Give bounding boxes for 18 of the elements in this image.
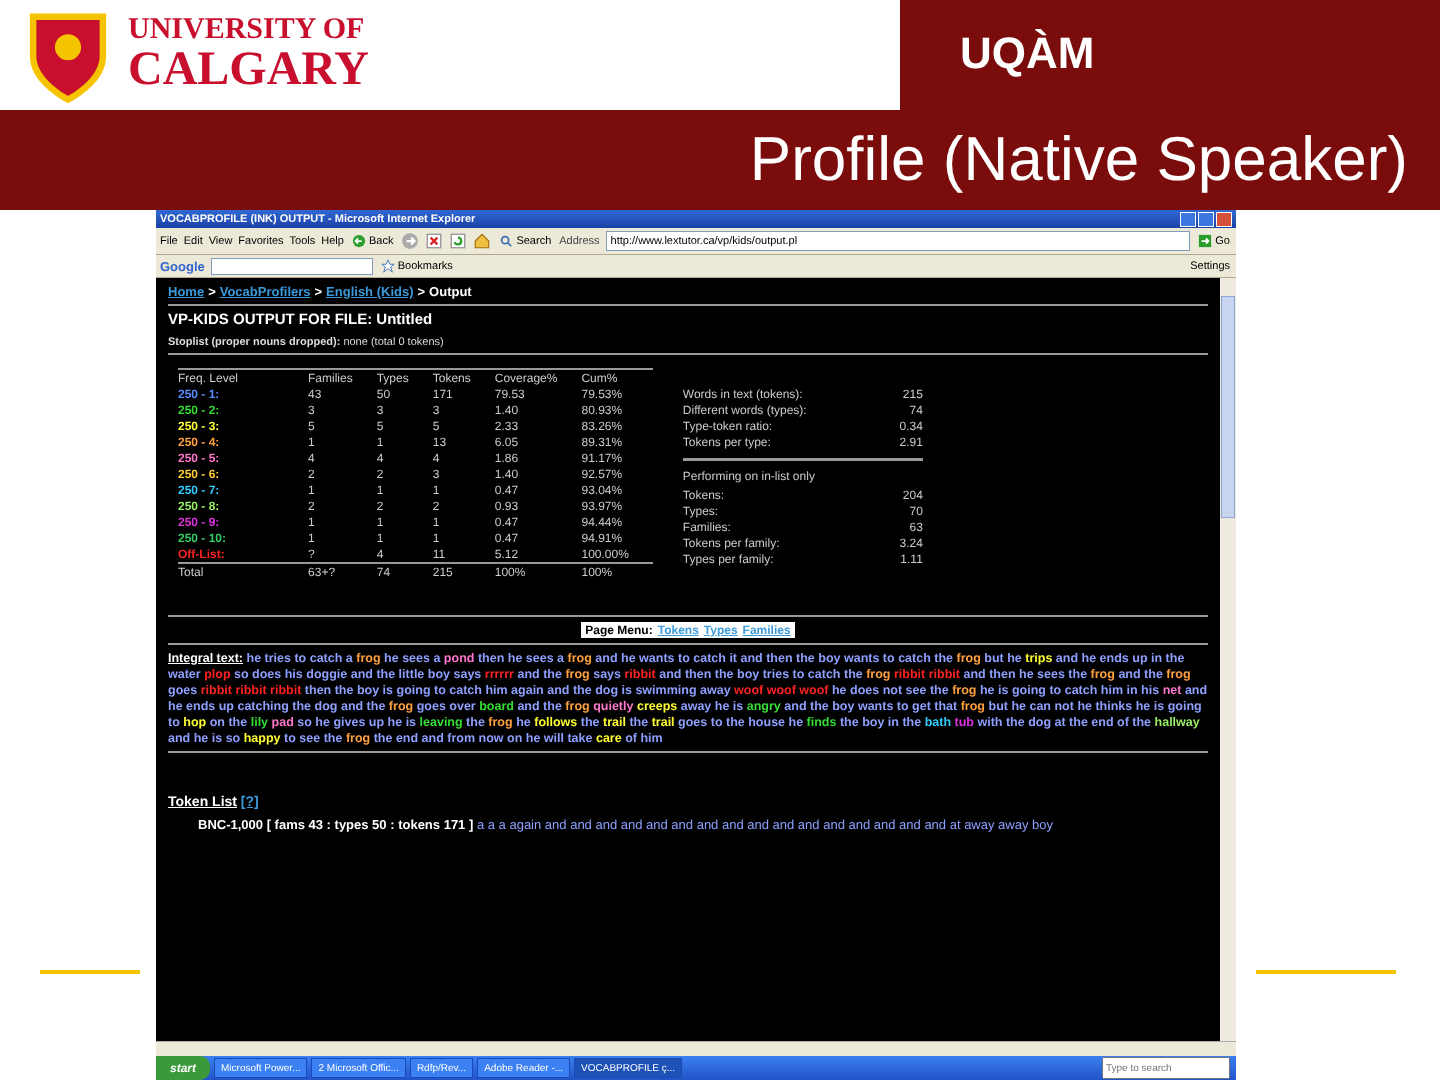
- arrow-icon: [1198, 234, 1213, 248]
- google-search-field[interactable]: [210, 257, 373, 275]
- refresh-icon[interactable]: [449, 232, 468, 250]
- home-icon[interactable]: [473, 232, 492, 250]
- logo-text: CALGARY: [128, 46, 369, 94]
- slide-title: Profile (Native Speaker): [749, 124, 1408, 196]
- maximize-button[interactable]: [1198, 211, 1214, 227]
- scrollbar[interactable]: [1220, 278, 1236, 1041]
- star-icon: [380, 259, 395, 273]
- back-arrow-icon: [351, 234, 366, 248]
- partner-logo: UQÀM: [960, 28, 1095, 80]
- minimize-button[interactable]: [1180, 211, 1196, 227]
- stop-icon[interactable]: [425, 232, 444, 250]
- close-button[interactable]: [1216, 211, 1232, 227]
- search-icon: [499, 234, 514, 248]
- shield-icon: [24, 7, 112, 103]
- forward-icon[interactable]: [401, 232, 420, 250]
- logo-text: UNIVERSITY OF: [128, 16, 367, 46]
